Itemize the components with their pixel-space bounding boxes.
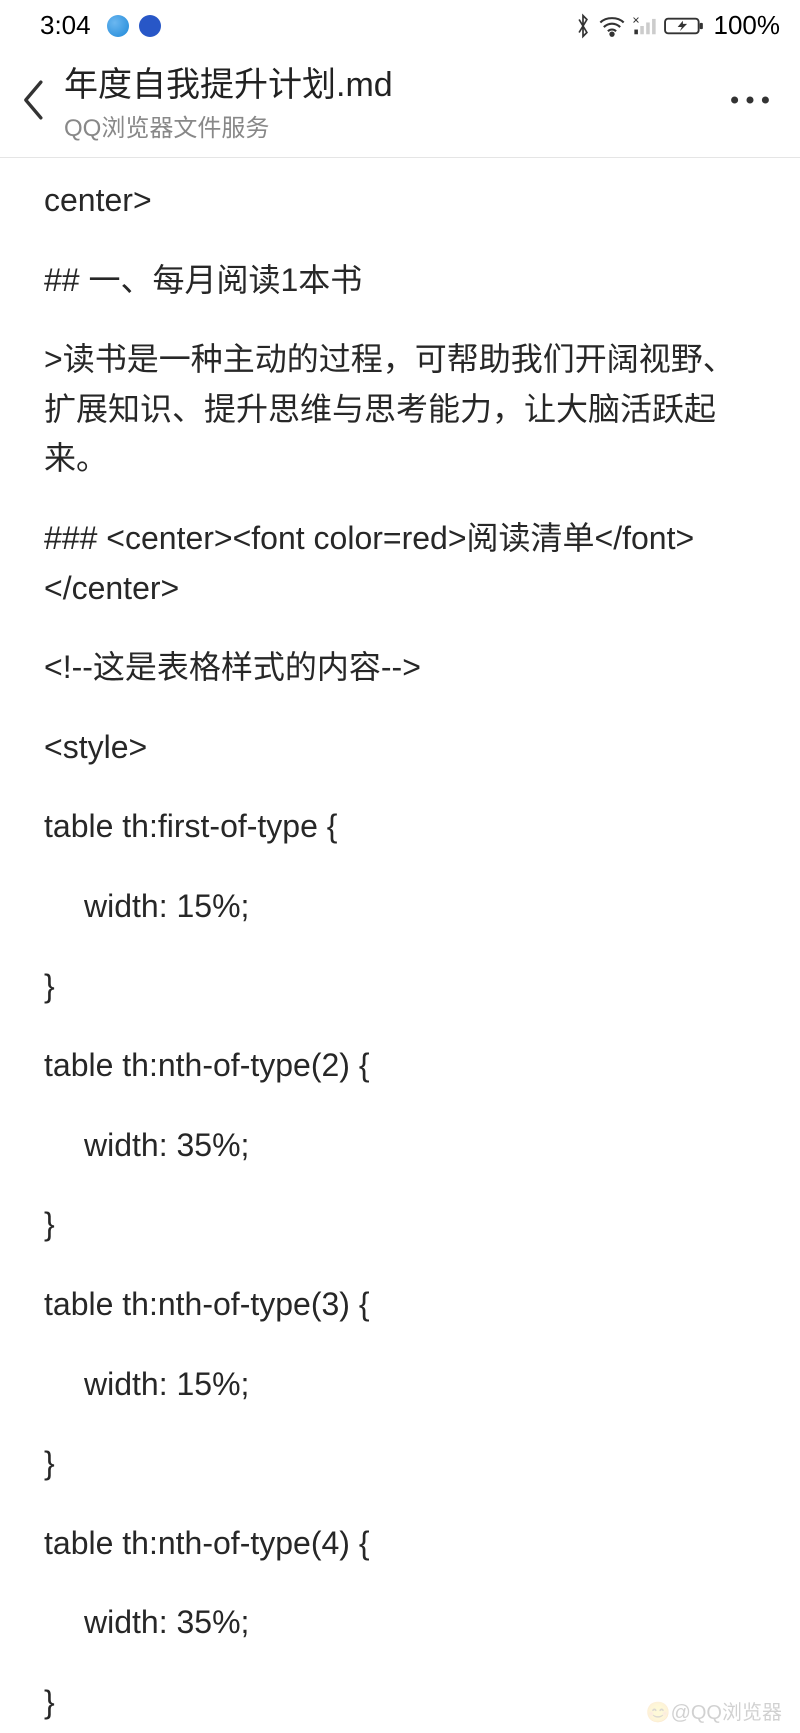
file-title: 年度自我提升计划.md bbox=[64, 57, 720, 106]
file-subtitle: QQ浏览器文件服务 bbox=[64, 108, 720, 143]
app-icon-1 bbox=[107, 15, 129, 37]
content-line: width: 35%; bbox=[44, 1598, 756, 1648]
content-line: table th:nth-of-type(4) { bbox=[44, 1519, 756, 1569]
status-right: ✕ 100% bbox=[574, 10, 781, 41]
content-line: center> bbox=[44, 176, 756, 226]
content-line: >读书是一种主动的过程，可帮助我们开阔视野、扩展知识、提升思维与思考能力，让大脑… bbox=[44, 335, 756, 484]
watermark: 😊@QQ浏览器 bbox=[646, 1696, 782, 1725]
content-line: <style> bbox=[44, 723, 756, 773]
status-left: 3:04 bbox=[40, 10, 161, 41]
document-content[interactable]: center> ## 一、每月阅读1本书 >读书是一种主动的过程，可帮助我们开阔… bbox=[0, 158, 800, 1727]
content-line: width: 35%; bbox=[44, 1121, 756, 1171]
content-line: table th:nth-of-type(3) { bbox=[44, 1280, 756, 1330]
header-bar: 年度自我提升计划.md QQ浏览器文件服务 bbox=[0, 49, 800, 158]
content-line: } bbox=[44, 1439, 756, 1489]
status-bar: 3:04 ✕ bbox=[0, 0, 800, 49]
content-line: <!--这是表格样式的内容--> bbox=[44, 643, 756, 693]
chevron-left-icon bbox=[19, 78, 49, 122]
content-line: width: 15%; bbox=[44, 1360, 756, 1410]
more-button[interactable] bbox=[720, 70, 780, 130]
content-line: width: 15%; bbox=[44, 882, 756, 932]
wifi-icon bbox=[598, 15, 626, 37]
content-line: ## 一、每月阅读1本书 bbox=[44, 256, 756, 306]
status-time: 3:04 bbox=[40, 10, 91, 41]
battery-percent: 100% bbox=[714, 10, 781, 41]
content-line: } bbox=[44, 962, 756, 1012]
title-block: 年度自我提升计划.md QQ浏览器文件服务 bbox=[58, 57, 720, 143]
battery-icon bbox=[664, 15, 706, 37]
content-line: } bbox=[44, 1200, 756, 1250]
content-line: table th:nth-of-type(2) { bbox=[44, 1041, 756, 1091]
bluetooth-icon bbox=[574, 13, 592, 39]
back-button[interactable] bbox=[10, 70, 58, 130]
signal-icon: ✕ bbox=[632, 15, 658, 37]
content-line: table th:first-of-type { bbox=[44, 802, 756, 852]
svg-text:✕: ✕ bbox=[632, 15, 640, 26]
app-icon-2 bbox=[139, 15, 161, 37]
content-line: ### <center><font color=red>阅读清单</font><… bbox=[44, 514, 756, 613]
more-icon bbox=[728, 94, 772, 106]
